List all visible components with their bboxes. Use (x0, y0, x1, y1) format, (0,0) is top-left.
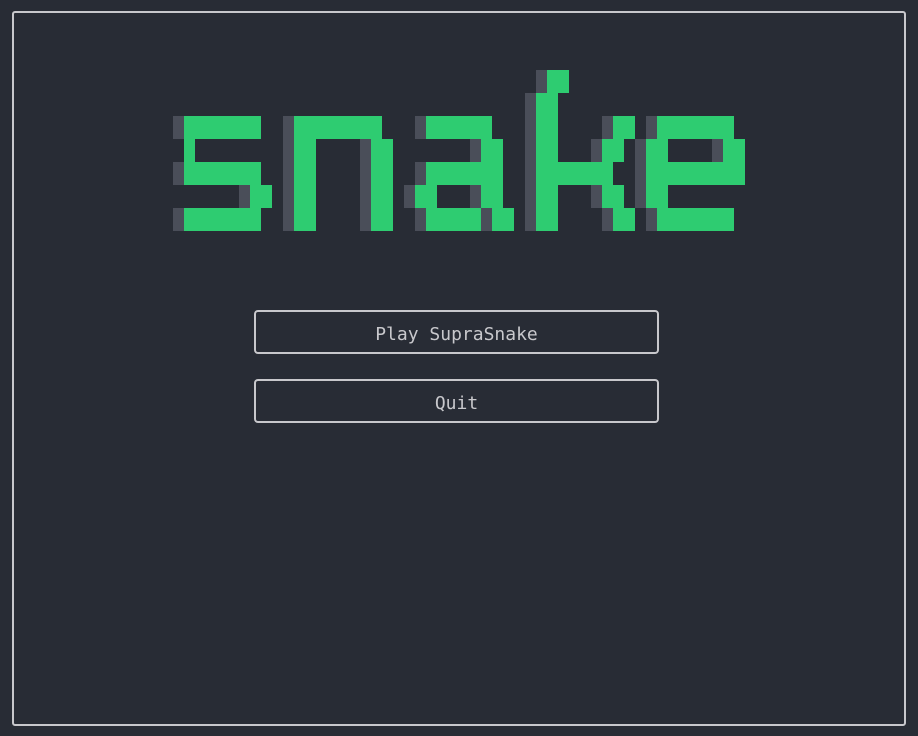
snake-logo-pixel-art (173, 70, 745, 231)
quit-button[interactable]: Quit (254, 379, 659, 423)
logo-letters (184, 70, 745, 231)
play-suprasnake-button[interactable]: Play SupraSnake (254, 310, 659, 354)
snake-title-logo (0, 0, 918, 260)
